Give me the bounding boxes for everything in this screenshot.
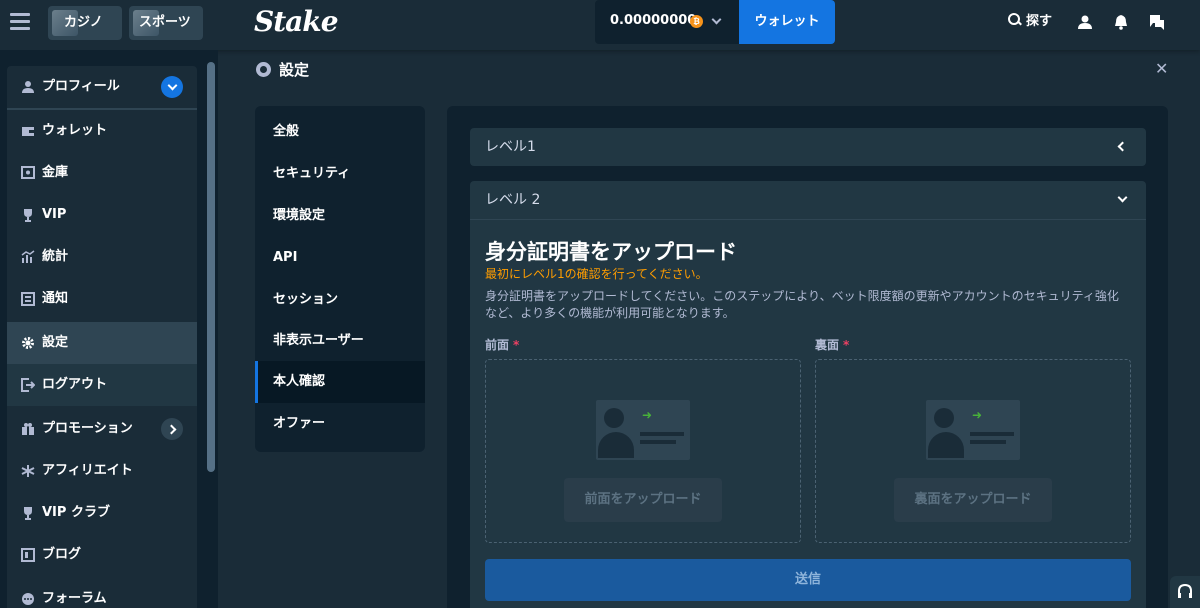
balance-amount: 0.00000000 [610, 13, 697, 28]
submit-button[interactable]: 送信 [485, 559, 1131, 601]
headset-icon [1178, 583, 1192, 598]
front-upload-button[interactable]: 前面をアップロード [564, 478, 722, 522]
divider [470, 219, 1146, 220]
page-title: 設定 [256, 60, 309, 80]
wallet-icon [22, 127, 34, 136]
chevron-right-icon[interactable] [161, 418, 183, 440]
sidebar-item-affiliate[interactable]: アフィリエイト [7, 450, 197, 492]
settings-tab-api[interactable]: API [255, 237, 425, 279]
chevron-down-icon [1117, 192, 1128, 203]
sidebar-item-notifications[interactable]: 通知 [7, 278, 197, 320]
sidebar-item-forum[interactable]: フォーラム [7, 578, 197, 608]
sidebar-item-blog[interactable]: ブログ [7, 534, 197, 576]
settings-tab-verification[interactable]: 本人確認 [255, 361, 425, 403]
required-mark: * [843, 338, 850, 352]
sidebar: プロフィール ウォレット 金庫 VIP 統計 通知 設定 ログアウト プロモーシ… [0, 50, 218, 608]
verification-panel: レベル1 レベル 2 身分証明書をアップロード 最初にレベル1の確認を行ってくだ… [447, 106, 1168, 608]
sidebar-item-promotions[interactable]: プロモーション [7, 408, 197, 450]
trophy-icon [24, 507, 32, 520]
back-upload-button[interactable]: 裏面をアップロード [894, 478, 1052, 522]
search-button[interactable]: 探す [1008, 12, 1052, 32]
settings-nav: 全般 セキュリティ 環境設定 API セッション 非表示ユーザー 本人確認 オフ… [255, 106, 425, 452]
front-label: 前面 * [485, 338, 520, 352]
notification-icon [21, 292, 35, 306]
settings-tab-sessions[interactable]: セッション [255, 279, 425, 321]
description-text: 身分証明書をアップロードしてください。このステップにより、ベット限度額の更新やア… [485, 289, 1119, 320]
settings-tab-preferences[interactable]: 環境設定 [255, 195, 425, 237]
bitcoin-icon: ₿ [690, 15, 703, 28]
back-dropzone[interactable]: ➜ 裏面をアップロード [815, 359, 1131, 543]
user-icon [22, 81, 34, 93]
top-bar: カジノ スポーツ Stake 0.00000000 ₿ ウォレット 探す [0, 0, 1200, 50]
sidebar-item-wallet[interactable]: ウォレット [7, 110, 197, 152]
sidebar-menu: プロフィール ウォレット 金庫 VIP 統計 通知 設定 ログアウト プロモーシ… [7, 66, 197, 608]
gear-icon [22, 337, 34, 349]
sidebar-item-vip[interactable]: VIP [7, 194, 197, 236]
sidebar-item-logout[interactable]: ログアウト [7, 364, 197, 406]
casino-tab[interactable]: カジノ [48, 6, 122, 40]
front-dropzone[interactable]: ➜ 前面をアップロード [485, 359, 801, 543]
required-mark: * [513, 338, 520, 352]
user-icon[interactable] [1077, 14, 1093, 30]
warning-text: 最初にレベル1の確認を行ってください。 [485, 267, 708, 281]
stake-logo[interactable]: Stake [254, 5, 339, 38]
forum-icon [22, 593, 34, 605]
chevron-left-icon [1117, 141, 1128, 152]
upload-title: 身分証明書をアップロード [485, 240, 737, 264]
settings-tab-general[interactable]: 全般 [255, 111, 425, 153]
vault-icon [21, 166, 35, 179]
bell-icon[interactable] [1113, 14, 1129, 30]
affiliate-icon [21, 465, 35, 477]
stats-icon [21, 250, 35, 263]
chat-icon[interactable] [1149, 14, 1165, 30]
level-1-accordion[interactable]: レベル1 [470, 128, 1146, 166]
settings-tab-ignored-users[interactable]: 非表示ユーザー [255, 320, 425, 362]
gift-icon [22, 423, 34, 435]
level-2-accordion[interactable]: レベル 2 [470, 181, 1146, 219]
back-label: 裏面 * [815, 338, 850, 352]
sidebar-item-vault[interactable]: 金庫 [7, 152, 197, 194]
settings-tab-security[interactable]: セキュリティ [255, 153, 425, 195]
sports-tab[interactable]: スポーツ [129, 6, 203, 40]
sidebar-item-vip-club[interactable]: VIP クラブ [7, 492, 197, 534]
wallet-button[interactable]: ウォレット [739, 0, 835, 44]
sidebar-item-stats[interactable]: 統計 [7, 236, 197, 278]
blog-icon [21, 548, 35, 562]
logout-icon [21, 378, 35, 392]
trophy-icon [24, 209, 32, 222]
settings-tab-offers[interactable]: オファー [255, 403, 425, 445]
gear-icon [256, 62, 271, 77]
chevron-down-icon[interactable] [161, 76, 183, 98]
menu-icon[interactable] [10, 13, 30, 33]
id-card-icon: ➜ [596, 400, 690, 460]
search-icon [1008, 13, 1022, 27]
sidebar-item-settings[interactable]: 設定 [7, 322, 197, 364]
live-support-button[interactable] [1170, 576, 1200, 608]
close-icon[interactable]: ✕ [1155, 61, 1169, 77]
sidebar-scrollbar[interactable] [207, 62, 215, 472]
sidebar-item-profile[interactable]: プロフィール [7, 66, 197, 108]
id-card-icon: ➜ [926, 400, 1020, 460]
